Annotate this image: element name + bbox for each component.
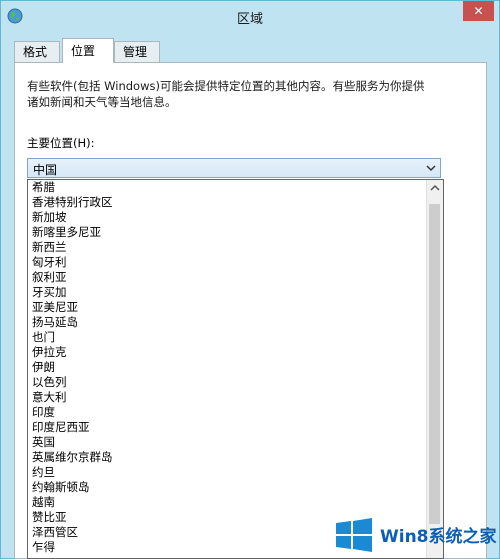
- watermark: Win8系统之家: [330, 512, 500, 559]
- location-option[interactable]: 新加坡: [28, 210, 427, 225]
- close-button[interactable]: ✕: [463, 1, 494, 21]
- close-icon: ✕: [473, 4, 484, 18]
- location-option[interactable]: 亚美尼亚: [28, 300, 427, 315]
- home-location-select[interactable]: 中国: [27, 158, 441, 178]
- location-info-text: 有些软件(包括 Windows)可能会提供特定位置的其他内容。有些服务为你提供 …: [27, 79, 425, 109]
- tab-administrative[interactable]: 管理: [114, 41, 160, 62]
- location-option[interactable]: 新西兰: [28, 240, 427, 255]
- location-option[interactable]: 也门: [28, 330, 427, 345]
- watermark-text: Win8系统之家: [380, 527, 497, 547]
- scrollbar[interactable]: [426, 180, 443, 558]
- location-option[interactable]: 约翰斯顿岛: [28, 480, 427, 495]
- tab-location[interactable]: 位置: [62, 38, 114, 63]
- tab-format[interactable]: 格式: [14, 41, 60, 62]
- location-option[interactable]: 以色列: [28, 375, 427, 390]
- window-title: 区域: [236, 12, 263, 27]
- location-option[interactable]: 扬马延岛: [28, 315, 427, 330]
- location-option[interactable]: 希腊: [28, 180, 427, 195]
- location-option[interactable]: 约旦: [28, 465, 427, 480]
- location-dropdown-list[interactable]: 希腊 香港特别行政区 新加坡 新喀里多尼亚 新西兰 匈牙利 叙利亚 牙买加 亚美尼亚 扬马延岛 也门…: [27, 179, 444, 559]
- location-option[interactable]: 伊朗: [28, 360, 427, 375]
- location-option[interactable]: 英属维尔京群岛: [28, 450, 427, 465]
- scroll-thumb[interactable]: [429, 204, 440, 524]
- title-bar[interactable]: 区域 ✕: [1, 1, 499, 33]
- selected-location: 中国: [33, 163, 58, 177]
- location-option[interactable]: 香港特别行政区: [28, 195, 427, 210]
- location-option[interactable]: 匈牙利: [28, 255, 427, 270]
- scroll-up-icon[interactable]: [427, 180, 443, 196]
- location-option[interactable]: 英国: [28, 435, 427, 450]
- location-option[interactable]: 越南: [28, 495, 427, 510]
- location-option[interactable]: 印度: [28, 405, 427, 420]
- chevron-down-icon: [426, 160, 436, 179]
- option-list: 希腊 香港特别行政区 新加坡 新喀里多尼亚 新西兰 匈牙利 叙利亚 牙买加 亚美尼亚 扬马延岛 也门…: [28, 180, 427, 555]
- location-option[interactable]: 叙利亚: [28, 270, 427, 285]
- location-option[interactable]: 新喀里多尼亚: [28, 225, 427, 240]
- location-option[interactable]: 牙买加: [28, 285, 427, 300]
- home-location-label: 主要位置(H):: [27, 136, 95, 150]
- tab-bar: 格式 位置 管理: [14, 38, 486, 63]
- windows-logo-icon: [334, 518, 374, 552]
- location-option[interactable]: 意大利: [28, 390, 427, 405]
- location-option[interactable]: 印度尼西亚: [28, 420, 427, 435]
- location-option[interactable]: 伊拉克: [28, 345, 427, 360]
